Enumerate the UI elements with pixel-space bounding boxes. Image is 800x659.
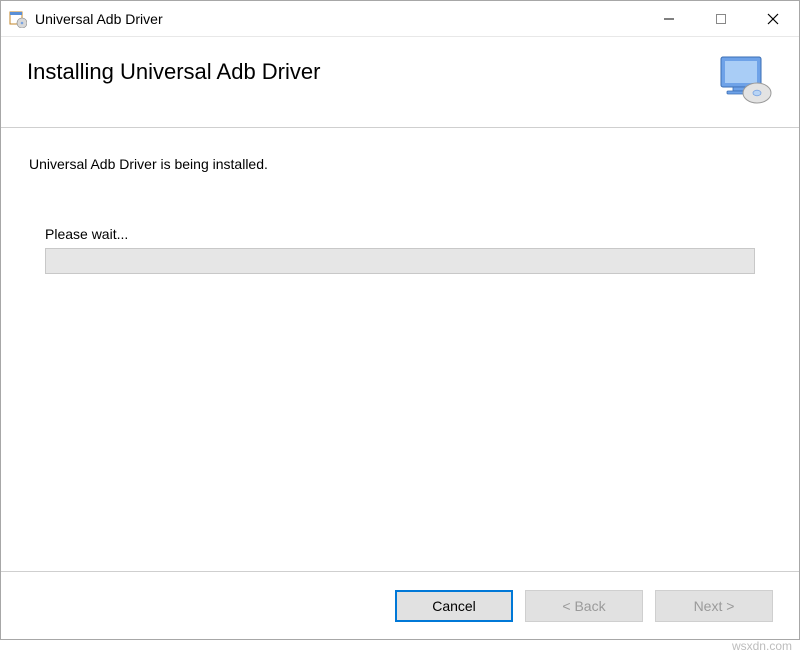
progress-bar — [45, 248, 755, 274]
maximize-button[interactable] — [695, 1, 747, 36]
back-button: < Back — [525, 590, 643, 622]
installer-window: Universal Adb Driver Installing Universa… — [0, 0, 800, 640]
watermark: wsxdn.com — [732, 639, 792, 653]
wizard-content: Universal Adb Driver is being installed.… — [1, 128, 799, 571]
wizard-header: Installing Universal Adb Driver — [1, 37, 799, 128]
status-text: Universal Adb Driver is being installed. — [29, 156, 771, 172]
computer-disc-icon — [717, 55, 773, 105]
next-button: Next > — [655, 590, 773, 622]
window-title: Universal Adb Driver — [35, 11, 643, 27]
close-button[interactable] — [747, 1, 799, 36]
minimize-button[interactable] — [643, 1, 695, 36]
wait-text: Please wait... — [45, 226, 771, 242]
titlebar: Universal Adb Driver — [1, 1, 799, 37]
installer-icon — [9, 10, 27, 28]
wizard-footer: Cancel < Back Next > — [1, 571, 799, 639]
page-title: Installing Universal Adb Driver — [27, 59, 707, 85]
cancel-button[interactable]: Cancel — [395, 590, 513, 622]
window-controls — [643, 1, 799, 36]
